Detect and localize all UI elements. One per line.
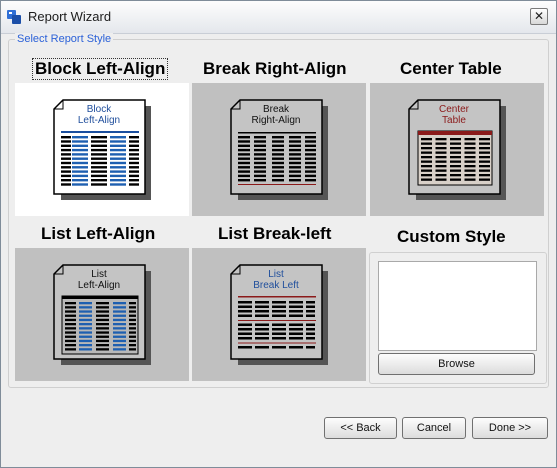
document-title-text: List [91, 269, 107, 280]
style-tile-list-left-align[interactable]: List Left-Align [15, 248, 189, 381]
style-label-block-left-align[interactable]: Block Left-Align [32, 58, 169, 80]
app-icon [7, 10, 21, 24]
style-label-custom-style[interactable]: Custom Style [397, 227, 506, 247]
style-label-center-table[interactable]: Center Table [400, 59, 502, 79]
document-icon: BreakRight-Align [230, 99, 328, 200]
document-title-text: Right-Align [252, 115, 301, 126]
document-icon: CenterTable [408, 99, 506, 200]
document-icon: ListLeft-Align [53, 264, 151, 365]
style-label-list-break-left[interactable]: List Break-left [218, 224, 331, 244]
document-title-text: Left-Align [78, 115, 120, 126]
browse-button[interactable]: Browse [378, 353, 535, 375]
custom-style-preview [378, 261, 537, 351]
close-icon[interactable]: ✕ [530, 8, 548, 25]
group-legend: Select Report Style [15, 33, 114, 45]
document-title-text: Break [263, 104, 290, 115]
style-tile-block-left-align[interactable]: Block Left-Align [15, 83, 189, 216]
style-tile-center-table[interactable]: Center Table [370, 83, 544, 216]
title-bar: Report Wizard ✕ [1, 1, 556, 34]
document-title-text: Block [87, 104, 112, 115]
document-title-text: Center [439, 104, 470, 115]
document-title-text: List [268, 269, 284, 280]
back-button[interactable]: << Back [324, 417, 397, 439]
report-wizard-window: Report Wizard ✕ Select Report Style Bloc… [0, 0, 557, 468]
document-title-text: Table [442, 115, 466, 126]
style-label-list-left-align[interactable]: List Left-Align [41, 224, 155, 244]
done-button[interactable]: Done >> [472, 417, 548, 439]
cancel-button[interactable]: Cancel [402, 417, 466, 439]
document-title-text: Break Left [253, 280, 299, 291]
style-label-break-right-align[interactable]: Break Right-Align [203, 59, 347, 79]
document-icon: BlockLeft-Align [53, 99, 151, 200]
document-icon: ListBreak Left [230, 264, 328, 365]
document-title-text: Left-Align [78, 280, 120, 291]
window-title: Report Wizard [28, 9, 112, 24]
style-tile-list-break-left[interactable]: List Break Left [192, 248, 366, 381]
style-tile-break-right-align[interactable]: Break Right-Align [192, 83, 366, 216]
custom-style-panel: Browse [369, 252, 547, 384]
